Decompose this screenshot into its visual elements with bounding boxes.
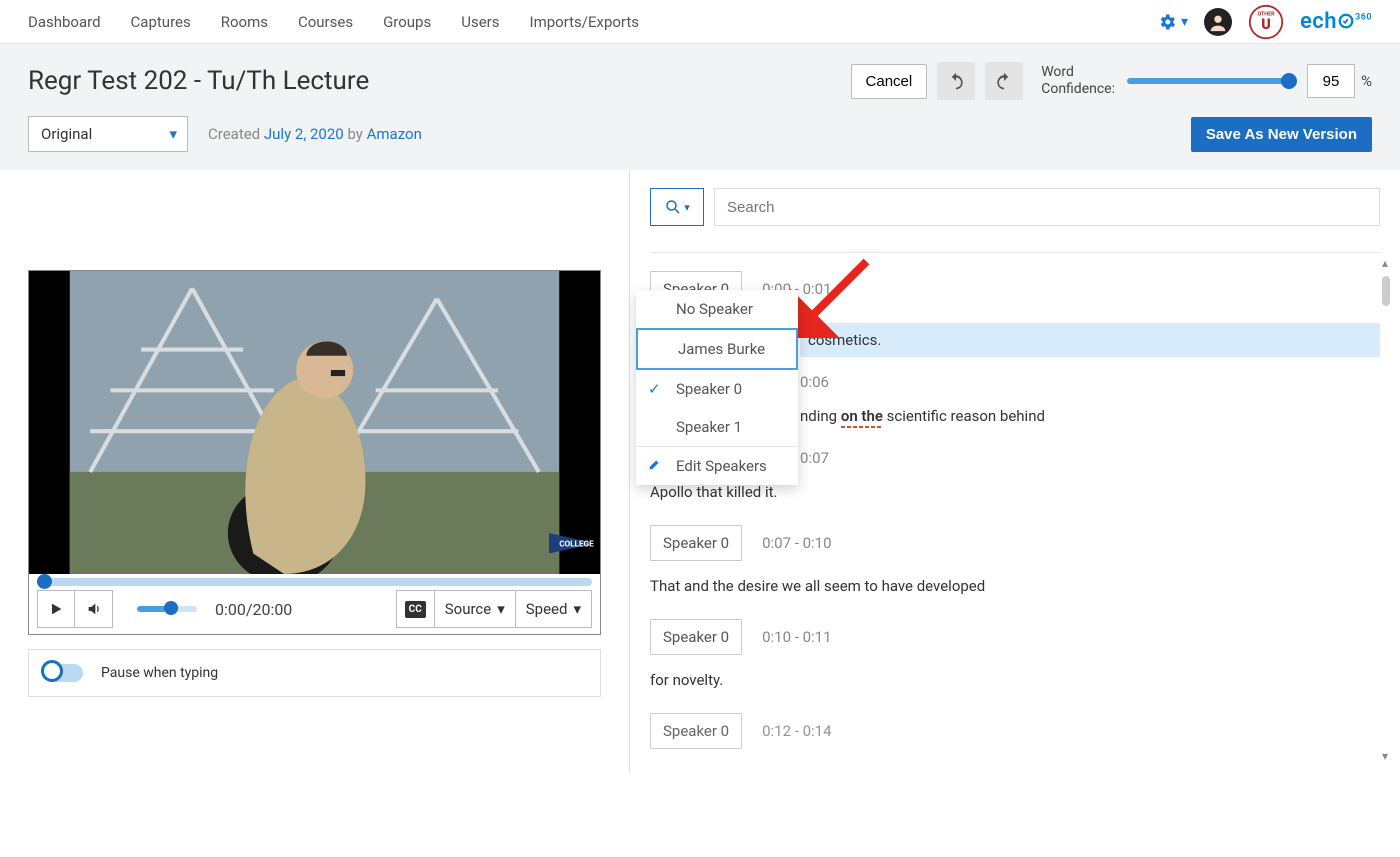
percent-label: %	[1361, 72, 1372, 90]
top-nav: Dashboard Captures Rooms Courses Groups …	[0, 0, 1400, 44]
video-still-icon: COLLEGE	[29, 271, 600, 574]
speaker-option-james-burke[interactable]: James Burke	[636, 328, 798, 370]
segment-time: 0:07	[800, 449, 829, 467]
nav-item-rooms[interactable]: Rooms	[221, 13, 268, 31]
sub-bar: Original ▾ Created July 2, 2020 by Amazo…	[0, 108, 1400, 170]
search-dropdown-button[interactable]: ▾	[650, 188, 704, 226]
scroll-down-icon[interactable]: ▾	[1382, 749, 1388, 763]
transcript-segment: Speaker 0 0:12 - 0:14	[650, 713, 1380, 749]
chevron-down-icon: ▾	[573, 600, 581, 618]
pencil-icon	[648, 457, 662, 475]
nav-item-captures[interactable]: Captures	[131, 13, 191, 31]
transcript-segment: Speaker 0 0:10 - 0:11 for novelty.	[650, 619, 1380, 689]
svg-text:U: U	[1261, 16, 1271, 33]
transcript-pane: ▾ ▴ ▾ Speaker 0 0:00 - 0:01 cosmetics. N…	[630, 170, 1400, 773]
page-title: Regr Test 202 - Tu/Th Lecture	[28, 66, 851, 96]
search-icon	[664, 198, 682, 216]
speaker-chip[interactable]: Speaker 0	[650, 525, 742, 561]
nav-item-dashboard[interactable]: Dashboard	[28, 13, 101, 31]
divider	[650, 252, 1380, 253]
search-row: ▾	[650, 188, 1380, 226]
check-icon: ✓	[648, 380, 661, 398]
svg-text:COLLEGE: COLLEGE	[559, 538, 594, 548]
settings-menu[interactable]: ▾	[1157, 12, 1188, 32]
segment-text[interactable]: Apollo that killed it.	[650, 483, 1380, 501]
header-bar: Regr Test 202 - Tu/Th Lecture Cancel Wor…	[0, 44, 1400, 108]
nav-item-imports-exports[interactable]: Imports/Exports	[529, 13, 639, 31]
speaker-chip[interactable]: Speaker 0	[650, 713, 742, 749]
volume-button[interactable]	[75, 590, 113, 628]
play-button[interactable]	[37, 590, 75, 628]
save-version-button[interactable]: Save As New Version	[1191, 117, 1372, 152]
avatar[interactable]	[1204, 8, 1232, 36]
pause-when-typing-row: Pause when typing	[28, 649, 601, 697]
volume-icon	[86, 601, 102, 617]
word-confidence-label: Word Confidence:	[1041, 64, 1115, 98]
nav-right: ▾ OTHERU ech360	[1157, 4, 1372, 40]
version-select[interactable]: Original ▾	[28, 116, 188, 152]
chevron-down-icon: ▾	[1181, 14, 1188, 30]
cc-icon: CC	[405, 601, 426, 618]
speaker-option-none[interactable]: No Speaker	[636, 290, 798, 328]
nav-item-groups[interactable]: Groups	[383, 13, 431, 31]
segment-time: 0:10 - 0:11	[762, 628, 831, 646]
chevron-down-icon: ▾	[497, 600, 505, 618]
volume-slider[interactable]	[137, 606, 197, 612]
created-date-link[interactable]: July 2, 2020	[264, 125, 344, 143]
version-select-value: Original	[41, 125, 92, 143]
play-icon	[48, 601, 64, 617]
redo-button[interactable]	[985, 62, 1023, 100]
avatar-icon	[1207, 11, 1229, 33]
pause-when-typing-toggle[interactable]	[43, 664, 83, 682]
chevron-down-icon: ▾	[684, 201, 690, 214]
speed-select[interactable]: Speed▾	[516, 590, 592, 628]
video-player: COLLEGE 0:00/20:00 CC Source▾ Speed▾	[28, 270, 601, 635]
nav-item-courses[interactable]: Courses	[298, 13, 353, 31]
search-input[interactable]	[714, 188, 1380, 226]
created-meta: Created July 2, 2020 by Amazon	[208, 125, 422, 143]
segment-text[interactable]: That and the desire we all seem to have …	[650, 577, 1380, 595]
speaker-option-speaker-1[interactable]: Speaker 1	[636, 408, 798, 446]
org-badge-icon: OTHERU	[1248, 4, 1284, 40]
nav-item-users[interactable]: Users	[461, 13, 499, 31]
created-by-link[interactable]: Amazon	[367, 125, 422, 143]
player-controls: 0:00/20:00 CC Source▾ Speed▾	[29, 590, 600, 634]
video-frame[interactable]: COLLEGE	[29, 271, 600, 574]
edit-speakers-option[interactable]: Edit Speakers	[636, 447, 798, 485]
transcript-segment: Speaker 0 0:07 - 0:10 That and the desir…	[650, 525, 1380, 595]
segment-time: 0:07 - 0:10	[762, 534, 831, 552]
cancel-button[interactable]: Cancel	[851, 64, 928, 99]
cc-button[interactable]: CC	[396, 590, 435, 628]
source-select[interactable]: Source▾	[435, 590, 516, 628]
gear-icon	[1157, 12, 1177, 32]
left-pane: COLLEGE 0:00/20:00 CC Source▾ Speed▾	[0, 170, 630, 773]
segment-text[interactable]: cosmetics.	[800, 323, 1380, 357]
org-badge[interactable]: OTHERU	[1248, 4, 1284, 40]
speaker-chip[interactable]: Speaker 0	[650, 619, 742, 655]
segment-text[interactable]: nding on the scientific reason behind	[800, 407, 1380, 425]
pause-when-typing-label: Pause when typing	[101, 665, 218, 681]
nav-links: Dashboard Captures Rooms Courses Groups …	[28, 13, 639, 31]
segment-text[interactable]: for novelty.	[650, 671, 1380, 689]
word-confidence-slider[interactable]	[1127, 78, 1297, 84]
undo-button[interactable]	[937, 62, 975, 100]
timecode: 0:00/20:00	[215, 600, 292, 619]
echo-logo[interactable]: ech360	[1300, 9, 1372, 34]
redo-icon	[994, 71, 1014, 91]
word-confidence-input[interactable]	[1307, 64, 1355, 98]
undo-icon	[946, 71, 966, 91]
main: COLLEGE 0:00/20:00 CC Source▾ Speed▾	[0, 170, 1400, 773]
scroll-thumb[interactable]	[1382, 276, 1390, 306]
video-timeline[interactable]	[37, 578, 592, 586]
speaker-option-speaker-0[interactable]: ✓Speaker 0	[636, 370, 798, 408]
speaker-dropdown: No Speaker James Burke ✓Speaker 0 Speake…	[636, 290, 798, 485]
low-confidence-word[interactable]: on the	[841, 407, 883, 425]
scroll-up-icon[interactable]: ▴	[1382, 256, 1388, 270]
segment-time: 0:12 - 0:14	[762, 722, 831, 740]
chevron-down-icon: ▾	[169, 125, 177, 143]
segment-time: 0:06	[800, 373, 829, 391]
